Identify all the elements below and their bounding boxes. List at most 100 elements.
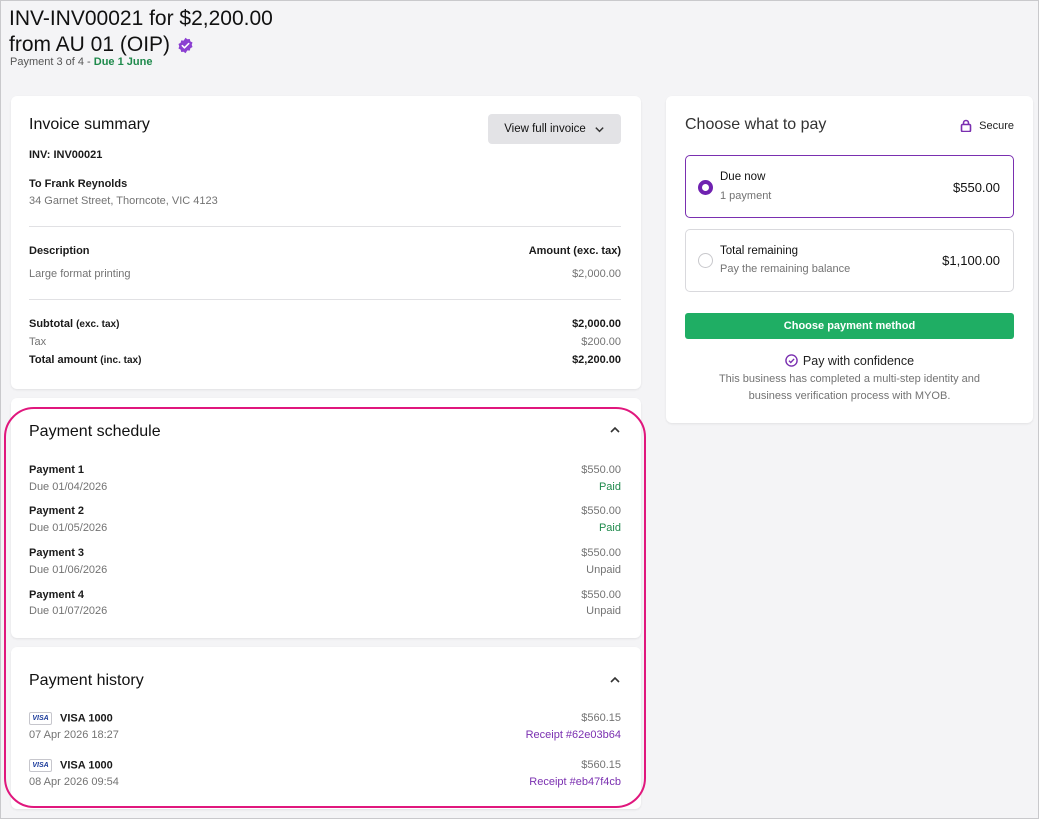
total-qualifier: (inc. tax) <box>100 355 142 366</box>
schedule-item-status: Unpaid <box>586 605 621 617</box>
subtotal-qualifier: (exc. tax) <box>76 319 120 330</box>
description-header: Description <box>29 245 90 257</box>
title-line-2: from AU 01 (OIP) <box>9 32 273 58</box>
line-item-amount: $2,000.00 <box>572 268 621 280</box>
tax-label: Tax <box>29 336 47 348</box>
confidence-line-1: This business has completed a multi-step… <box>718 373 981 385</box>
schedule-item-due: Due 01/05/2026 <box>29 522 108 534</box>
total-row: Total amount (inc. tax) $2,200.00 <box>29 354 621 366</box>
total-value: $2,200.00 <box>572 354 621 366</box>
history-amount: $560.15 <box>581 759 621 771</box>
secure-label: Secure <box>979 119 1014 132</box>
schedule-item-detail: Due 01/04/2026 Paid <box>29 481 621 493</box>
pay-panel-heading: Choose what to pay <box>685 116 827 133</box>
title-line-1: INV-INV00021 for $2,200.00 <box>9 7 273 30</box>
line-item: Large format printing $2,000.00 <box>29 268 621 280</box>
visa-card-icon: VISA <box>29 712 52 725</box>
history-item-detail: 07 Apr 2026 18:27 Receipt #62e03b64 <box>29 729 621 741</box>
invoice-summary-card: Invoice summary View full invoice INV: I… <box>11 96 641 389</box>
payment-subtitle: Payment 3 of 4 - Due 1 June <box>10 56 152 68</box>
tax-row: Tax $200.00 <box>29 336 621 348</box>
schedule-item-status: Paid <box>598 522 621 534</box>
check-circle-icon <box>785 354 798 367</box>
radio-selected-icon[interactable] <box>698 180 713 195</box>
payment-history-card: Payment history VISA VISA 1000 $560.15 07… <box>11 647 641 809</box>
schedule-item-due: Due 01/06/2026 <box>29 564 108 576</box>
subtotal-label: Subtotal <box>29 318 73 330</box>
chevron-up-icon[interactable] <box>609 424 621 436</box>
verified-badge-icon <box>177 35 194 54</box>
schedule-item-due: Due 01/07/2026 <box>29 605 108 617</box>
schedule-item: Payment 2 $550.00 <box>29 505 621 517</box>
option-title: Due now <box>720 171 766 183</box>
receipt-link[interactable]: Receipt #eb47f4cb <box>529 776 621 788</box>
bill-to-name: To Frank Reynolds <box>29 178 128 190</box>
confidence-title: Pay with confidence <box>802 354 915 368</box>
history-item: VISA VISA 1000 $560.15 <box>29 712 621 725</box>
history-datetime: 07 Apr 2026 18:27 <box>29 729 119 741</box>
schedule-item-amount: $550.00 <box>581 547 621 559</box>
history-item: VISA VISA 1000 $560.15 <box>29 759 621 772</box>
schedule-item-status: Unpaid <box>586 564 621 576</box>
history-card: VISA 1000 <box>60 759 113 772</box>
option-title: Total remaining <box>720 245 798 257</box>
total-label: Total amount <box>29 354 98 366</box>
schedule-item-name: Payment 4 <box>29 589 85 601</box>
subtotal-row: Subtotal (exc. tax) $2,000.00 <box>29 318 621 330</box>
option-subtitle: 1 payment <box>720 190 772 202</box>
chevron-up-icon[interactable] <box>609 674 621 686</box>
title-line-2-text: from AU 01 (OIP) <box>9 33 171 56</box>
schedule-item-amount: $550.00 <box>581 464 621 476</box>
line-items-header: Description Amount (exc. tax) <box>29 245 621 257</box>
bill-to-address: 34 Garnet Street, Thorncote, VIC 4123 <box>29 195 218 207</box>
subtotal-value: $2,000.00 <box>572 318 621 330</box>
invoice-number: INV: INV00021 <box>29 149 103 161</box>
history-item-detail: 08 Apr 2026 09:54 Receipt #eb47f4cb <box>29 776 621 788</box>
schedule-item-amount: $550.00 <box>581 505 621 517</box>
divider <box>29 226 621 227</box>
pay-panel-card: Choose what to pay Secure Due now 1 paym… <box>666 96 1033 423</box>
divider <box>29 299 621 300</box>
line-item-description: Large format printing <box>29 268 131 280</box>
schedule-item-detail: Due 01/05/2026 Paid <box>29 522 621 534</box>
payment-history-heading: Payment history <box>29 672 144 689</box>
schedule-item: Payment 4 $550.00 <box>29 589 621 601</box>
due-date: Due 1 June <box>93 56 153 68</box>
confidence-line-2: business verification process with MYOB. <box>748 390 951 402</box>
schedule-item: Payment 3 $550.00 <box>29 547 621 559</box>
payment-schedule-heading: Payment schedule <box>29 423 161 440</box>
schedule-item: Payment 1 $550.00 <box>29 464 621 476</box>
view-full-invoice-label: View full invoice <box>504 123 586 135</box>
schedule-item-detail: Due 01/06/2026 Unpaid <box>29 564 621 576</box>
receipt-link[interactable]: Receipt #62e03b64 <box>526 729 621 741</box>
tax-value: $200.00 <box>581 336 621 348</box>
lock-icon <box>960 119 972 132</box>
view-full-invoice-button[interactable]: View full invoice <box>488 114 621 144</box>
schedule-item-name: Payment 2 <box>29 505 85 517</box>
pay-option-total-remaining[interactable]: Total remaining Pay the remaining balanc… <box>685 229 1014 292</box>
chevron-down-icon <box>595 126 604 132</box>
choose-payment-method-button[interactable]: Choose payment method <box>685 313 1014 339</box>
schedule-item-due: Due 01/04/2026 <box>29 481 108 493</box>
invoice-summary-heading: Invoice summary <box>29 116 150 133</box>
schedule-item-name: Payment 1 <box>29 464 85 476</box>
amount-header: Amount (exc. tax) <box>528 245 621 257</box>
history-card: VISA 1000 <box>60 712 113 725</box>
visa-card-icon: VISA <box>29 759 52 772</box>
payment-schedule-card: Payment schedule Payment 1 $550.00 Due 0… <box>11 398 641 638</box>
history-datetime: 08 Apr 2026 09:54 <box>29 776 119 788</box>
schedule-item-name: Payment 3 <box>29 547 85 559</box>
option-subtitle: Pay the remaining balance <box>720 263 851 275</box>
page-title: INV-INV00021 for $2,200.00 from AU 01 (O… <box>9 6 273 58</box>
schedule-item-amount: $550.00 <box>581 589 621 601</box>
radio-unselected-icon[interactable] <box>698 253 713 268</box>
option-amount: $1,100.00 <box>942 253 1000 268</box>
pay-option-due-now[interactable]: Due now 1 payment $550.00 <box>685 155 1014 218</box>
schedule-item-status: Paid <box>598 481 621 493</box>
schedule-item-detail: Due 01/07/2026 Unpaid <box>29 605 621 617</box>
confidence-title-row: Pay with confidence <box>666 354 1033 368</box>
history-amount: $560.15 <box>581 712 621 724</box>
secure-indicator: Secure <box>960 119 1014 132</box>
subtitle-prefix: Payment 3 of 4 - <box>10 56 94 68</box>
option-amount: $550.00 <box>953 180 1000 195</box>
